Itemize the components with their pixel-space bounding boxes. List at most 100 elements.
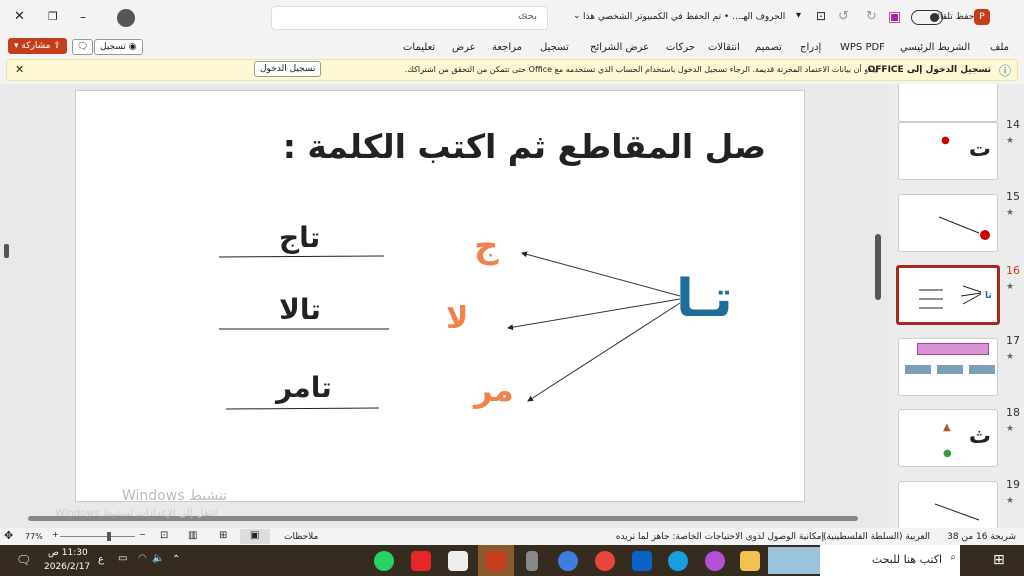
answer-line [225,407,380,410]
normal-view-icon: ▣ [250,530,260,541]
close-notification-icon[interactable]: ✕ [15,63,24,76]
tab-file[interactable]: ملف [990,42,1009,53]
copilot-icon[interactable] [705,551,725,571]
zoom-slider[interactable] [60,532,135,541]
tab-animations[interactable]: حركات [666,42,695,53]
fit-to-window-icon[interactable]: ✥ [4,529,13,542]
document-title[interactable]: الحروف الهـ... • تم الحفظ في الكمبيوتر ا… [583,12,785,22]
slide-thumbnail[interactable] [898,194,998,252]
chrome-icon[interactable] [595,551,615,571]
slideshow-icon[interactable]: ⊡ [160,530,168,541]
slide-number: 15 [1006,190,1020,203]
notifications-icon[interactable]: 🗨 [16,553,31,567]
close-button[interactable]: ✕ [14,9,25,24]
taskbar-search-input[interactable]: اكتب هنا للبحث ⌕ [820,545,960,576]
title-bar: P حفظ تلقائي ▣ ↻ ↺ ⊡ ▾ الحروف الهـ... • … [0,0,1024,36]
tab-insert[interactable]: إدراج [800,42,821,53]
search-highlight-image [768,547,820,574]
avatar[interactable] [117,9,135,27]
reading-view-icon[interactable]: ▥ [188,530,197,541]
search-input[interactable]: بحث ⌕ [271,6,548,30]
connector-arrows [218,251,681,410]
accessibility-status[interactable]: إمكانية الوصول لذوي الاحتياجات الخاصة: ج… [616,532,824,542]
tab-transitions[interactable]: انتقالات [708,42,740,53]
wps-icon[interactable] [411,551,431,571]
slide-thumbnail[interactable]: ث ▲ ● [898,409,998,467]
file-explorer-icon[interactable] [740,551,760,571]
slide-thumbnails-panel: ت ● 14 ★ 15 ★ تا 16 ★ 17 ★ ث ▲ ● 18 ★ 19 ★ [888,84,1024,528]
slide-canvas[interactable]: صل المقاطع ثم اكتب الكلمة : تـا ج لا مر … [75,90,805,502]
share-button[interactable]: ⇪ مشاركة ▾ [8,38,67,54]
vertical-scrollbar[interactable] [875,234,881,300]
restore-button[interactable]: ❐ [48,10,58,23]
language-indicator[interactable]: العربية (السلطة الفلسطينية) [823,532,930,542]
animation-star-icon: ★ [1006,352,1015,362]
battery-icon[interactable]: ▭ [118,553,127,564]
zoom-out-button[interactable]: − [139,530,146,539]
comments-button[interactable]: 🗨 [72,39,94,55]
slide-thumbnail[interactable]: ت ● [898,122,998,180]
activation-watermark: تنشيط Windows [122,488,228,504]
whatsapp-icon[interactable] [374,551,394,571]
chrome-profile-icon[interactable] [558,551,578,571]
chevron-down-icon[interactable]: ⌄ [573,11,581,21]
slide-sorter-icon[interactable]: ⊞ [219,530,227,541]
notes-button[interactable]: ملاحظات [284,532,318,542]
customize-chevron-icon[interactable]: ▾ [796,10,801,21]
tab-review[interactable]: مراجعة [492,42,522,53]
search-icon: ⌕ [522,10,528,21]
save-icon[interactable]: ▣ [888,9,901,25]
clock-time[interactable]: 11:30 ص [48,548,88,558]
tab-record[interactable]: تسجيل [540,42,569,53]
notification-message: يبدو أن بيانات الاعتماد المخزنة قديمة. ا… [404,65,877,74]
arrow-line [521,251,681,297]
zoom-in-button[interactable]: + [52,530,59,539]
keyboard-language[interactable]: ع [98,554,104,565]
store-icon[interactable] [448,551,468,571]
clock-date[interactable]: 2026/2/17 [44,562,90,572]
wifi-icon[interactable]: ◠ [138,553,147,564]
zoom-level[interactable]: 77% [25,532,43,541]
slide-thumbnail[interactable] [898,481,998,528]
tab-view[interactable]: عرض [452,42,476,53]
outlook-icon[interactable] [632,551,652,571]
minimize-button[interactable]: – [80,10,86,24]
tab-help[interactable]: تعليمات [403,42,435,53]
autosave-toggle[interactable] [911,10,943,25]
animation-star-icon: ★ [1006,208,1015,218]
word-answer: تالا [279,293,321,326]
slide-thumbnail[interactable] [898,84,998,122]
signin-notification: ⓘ تسجيل الدخول إلى OFFICE يبدو أن بيانات… [6,59,1018,81]
edge-icon[interactable] [668,551,688,571]
activation-watermark-sub: انتقل إلى الإعدادات لتنشيط Windows [55,508,218,519]
animation-star-icon: ★ [1006,282,1015,292]
tab-slideshow[interactable]: عرض الشرائح [590,42,649,53]
arrow-line [507,298,681,331]
tab-home[interactable]: الشريط الرئيسي [900,42,970,53]
slide-number: 14 [1006,118,1020,131]
volume-icon[interactable]: 🔈 [152,553,164,564]
redo-icon[interactable]: ↻ [866,9,877,24]
powerpoint-taskbar-button[interactable] [478,545,514,576]
vertical-ruler-handle[interactable] [4,244,9,258]
animation-star-icon: ★ [1006,136,1015,146]
record-button[interactable]: ◉ تسجيل [94,39,143,55]
tab-design[interactable]: تصميم [755,42,782,53]
word-answer: تاج [279,221,321,254]
svg-text:تا: تا [985,291,992,301]
windows-start-icon[interactable]: ⊞ [993,552,1005,568]
ribbon-tabs: ملف الشريط الرئيسي WPS PDF إدراج تصميم ا… [0,36,1024,58]
slide-thumbnail-selected[interactable]: تا [896,265,1000,325]
show-hidden-icons[interactable]: ⌃ [172,554,180,565]
recorder-icon[interactable] [526,551,538,571]
notification-title: تسجيل الدخول إلى OFFICE [867,65,991,75]
slide-number: 16 [1006,264,1020,277]
slide-thumbnail[interactable] [898,338,998,396]
arrow-line [527,302,681,402]
tab-wps-pdf[interactable]: WPS PDF [840,42,885,53]
animation-star-icon: ★ [1006,496,1015,506]
signin-button[interactable]: تسجيل الدخول [254,61,322,77]
animation-star-icon: ★ [1006,424,1015,434]
present-icon[interactable]: ⊡ [816,9,826,23]
undo-icon[interactable]: ↺ [838,9,849,24]
